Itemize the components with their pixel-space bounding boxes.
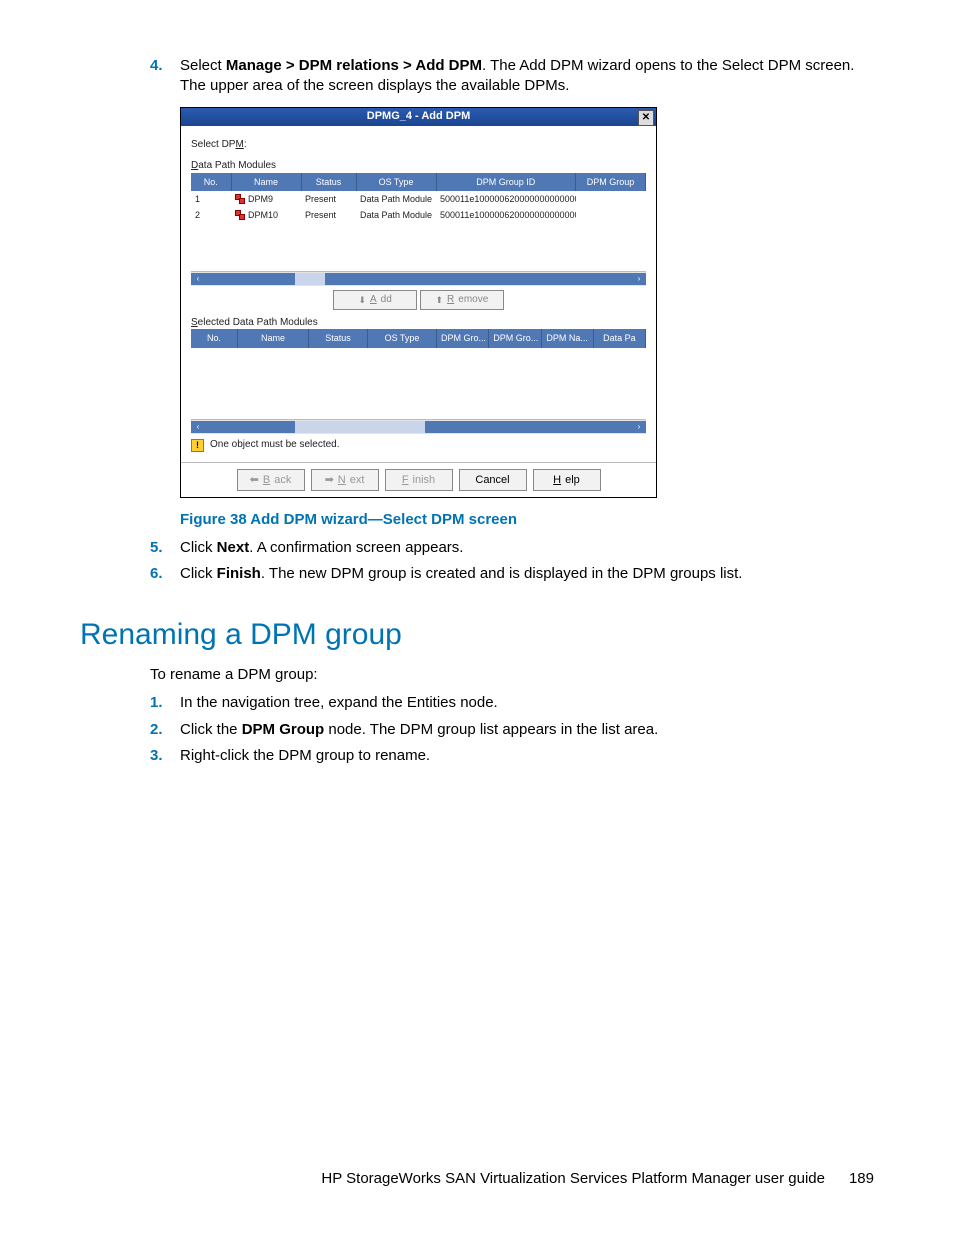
footer-text: HP StorageWorks SAN Virtualization Servi… bbox=[321, 1169, 825, 1189]
cancel-button[interactable]: Cancel bbox=[459, 469, 527, 491]
add-button[interactable]: ⬇Add bbox=[333, 290, 417, 310]
step4-prefix: Select bbox=[180, 57, 226, 74]
scroll-left-icon[interactable]: ‹ bbox=[191, 273, 205, 285]
available-dpm-table[interactable]: No. Name Status OS Type DPM Group ID DPM… bbox=[191, 173, 646, 223]
step-num: 5. bbox=[150, 538, 163, 558]
step-4: 4. Select Manage > DPM relations > Add D… bbox=[150, 56, 874, 97]
select-dpm-label: Select DPM: bbox=[191, 138, 646, 152]
step-num: 4. bbox=[150, 56, 163, 76]
add-dpm-dialog: DPMG_4 - Add DPM ✕ Select DPM: Data Path… bbox=[180, 107, 657, 498]
arrow-down-icon: ⬇ bbox=[358, 294, 366, 306]
rename-step-3: 3. Right-click the DPM group to rename. bbox=[150, 746, 874, 766]
next-button[interactable]: ➡Next bbox=[311, 469, 379, 491]
step-num: 1. bbox=[150, 693, 163, 713]
step-6: 6. Click Finish. The new DPM group is cr… bbox=[150, 564, 874, 584]
arrow-left-icon: ⬅ bbox=[250, 473, 259, 488]
scroll-right-icon[interactable]: › bbox=[632, 273, 646, 285]
step-num: 6. bbox=[150, 564, 163, 584]
section-intro: To rename a DPM group: bbox=[150, 665, 874, 685]
step-5: 5. Click Next. A confirmation screen app… bbox=[150, 538, 874, 558]
finish-button[interactable]: Finish bbox=[385, 469, 453, 491]
back-button[interactable]: ⬅Back bbox=[237, 469, 305, 491]
table-row[interactable]: 1 DPM9 Present Data Path Module 500011e1… bbox=[191, 191, 646, 207]
page-footer: HP StorageWorks SAN Virtualization Servi… bbox=[0, 1169, 954, 1189]
figure-caption: Figure 38 Add DPM wizard—Select DPM scre… bbox=[180, 510, 874, 530]
dialog-title: DPMG_4 - Add DPM bbox=[367, 109, 471, 124]
table-row[interactable]: 2 DPM10 Present Data Path Module 500011e… bbox=[191, 207, 646, 223]
rename-step-2: 2. Click the DPM Group node. The DPM gro… bbox=[150, 720, 874, 740]
arrow-up-icon: ⬆ bbox=[435, 294, 443, 306]
section-heading: Renaming a DPM group bbox=[80, 615, 874, 656]
dpm-node-icon bbox=[235, 210, 245, 220]
help-button[interactable]: Help bbox=[533, 469, 601, 491]
hscrollbar[interactable]: ‹ › bbox=[191, 271, 646, 286]
step-num: 3. bbox=[150, 746, 163, 766]
page-number: 189 bbox=[849, 1169, 874, 1189]
warning-message: ! One object must be selected. bbox=[191, 436, 646, 454]
dpm-node-icon bbox=[235, 194, 245, 204]
lower-caption: Selected Data Path Modules bbox=[191, 316, 646, 330]
step4-bold: Manage > DPM relations > Add DPM bbox=[226, 57, 482, 74]
hscrollbar[interactable]: ‹ › bbox=[191, 419, 646, 434]
selected-dpm-table[interactable]: No. Name Status OS Type DPM Gro... DPM G… bbox=[191, 329, 646, 347]
scroll-right-icon[interactable]: › bbox=[632, 421, 646, 433]
remove-button[interactable]: ⬆Remove bbox=[420, 290, 504, 310]
arrow-right-icon: ➡ bbox=[325, 473, 334, 488]
dialog-title-bar: DPMG_4 - Add DPM ✕ bbox=[181, 108, 656, 126]
table-header-row: No. Name Status OS Type DPM Group ID DPM… bbox=[191, 173, 646, 191]
upper-caption: Data Path Modules bbox=[191, 159, 646, 173]
close-icon: ✕ bbox=[642, 111, 650, 125]
scroll-left-icon[interactable]: ‹ bbox=[191, 421, 205, 433]
close-button[interactable]: ✕ bbox=[638, 110, 654, 126]
rename-step-1: 1. In the navigation tree, expand the En… bbox=[150, 693, 874, 713]
table-header-row: No. Name Status OS Type DPM Gro... DPM G… bbox=[191, 329, 646, 347]
step-num: 2. bbox=[150, 720, 163, 740]
warning-icon: ! bbox=[191, 439, 204, 452]
